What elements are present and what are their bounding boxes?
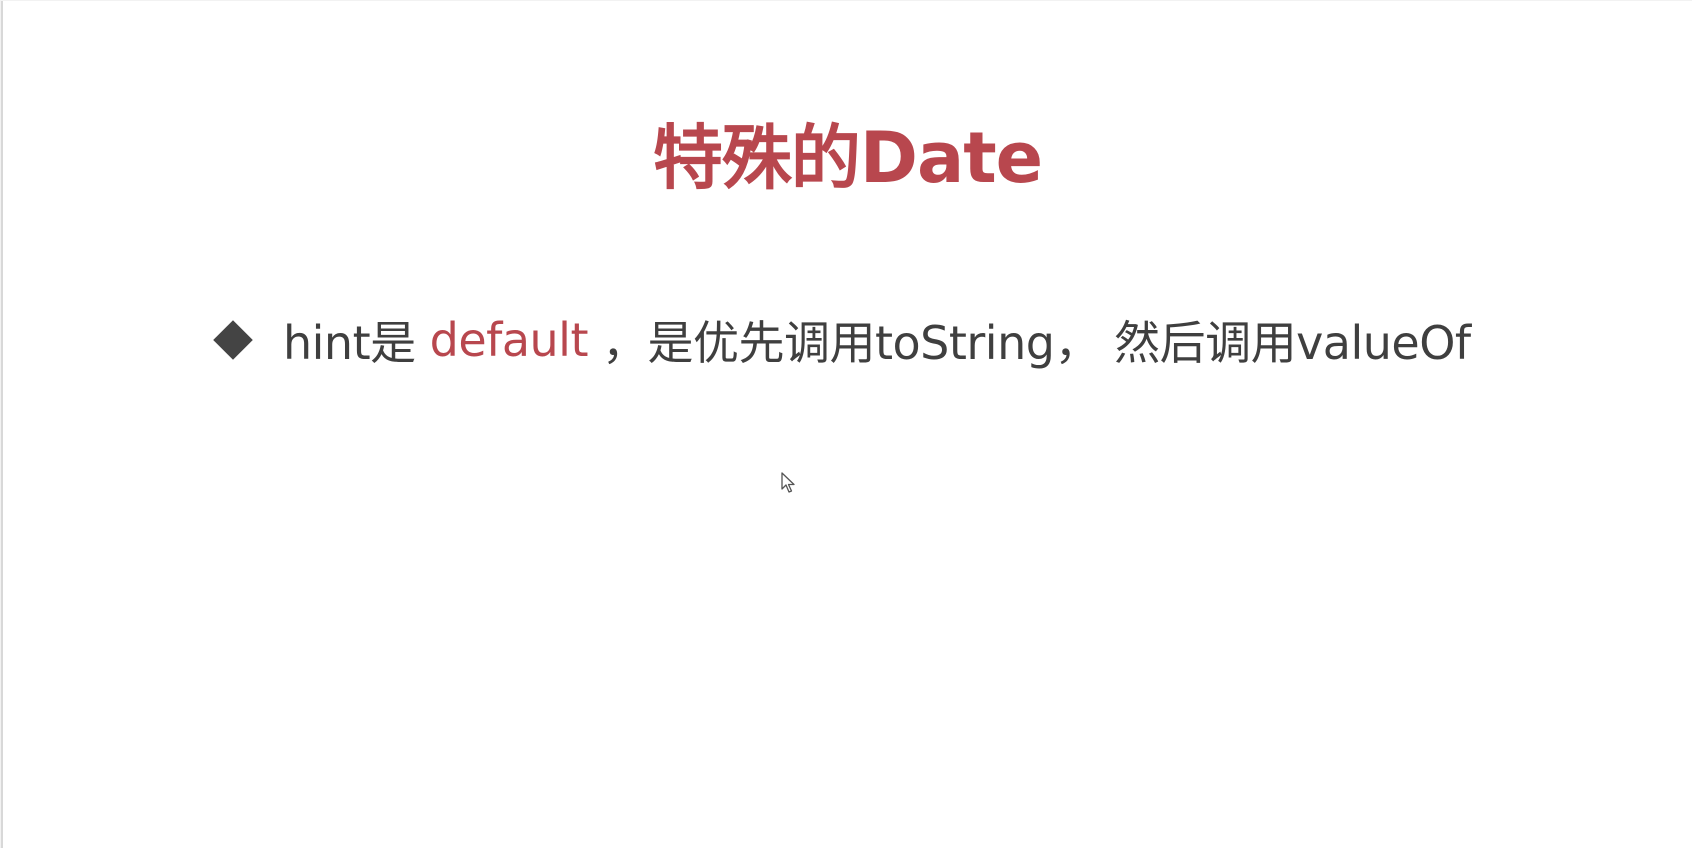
mouse-pointer-icon (781, 472, 795, 493)
bullet-text-suffix: ，是优先调用toString， 然后调用valueOf (601, 316, 1471, 370)
slide: 特殊的Date hint是 default ，是优先调用toString， 然后… (1, 1, 1692, 848)
diamond-bullet-icon (213, 320, 253, 360)
bullet-keyword: default (429, 313, 589, 367)
bullet-item: hint是 default ，是优先调用toString， 然后调用valueO… (209, 305, 1471, 375)
slide-title: 特殊的Date (652, 117, 1043, 199)
bullet-text-prefix: hint是 (283, 316, 416, 370)
